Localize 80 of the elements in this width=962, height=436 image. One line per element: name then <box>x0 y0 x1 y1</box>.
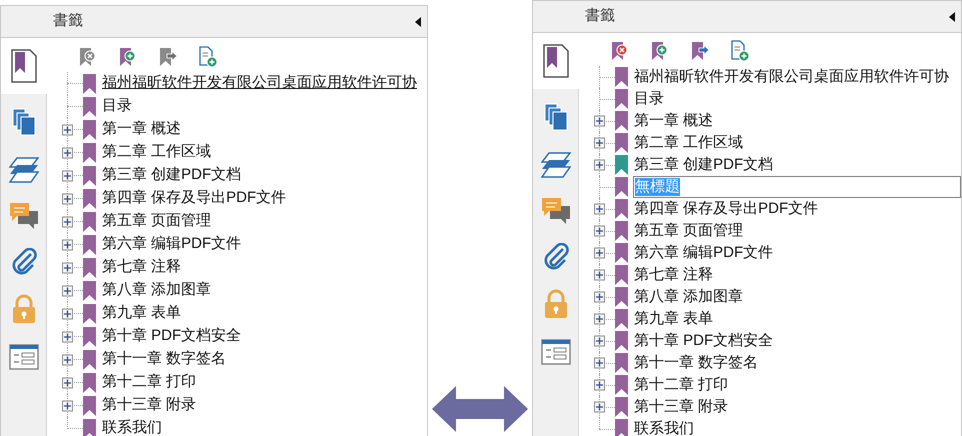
panel-title: 書籤 <box>585 6 615 26</box>
bookmark-label[interactable]: 福州福昕软件开发有限公司桌面应用软件许可协 <box>634 66 949 88</box>
bookmark-label[interactable]: 目录 <box>102 95 132 118</box>
expand-toggle[interactable] <box>594 116 605 126</box>
bookmark-label[interactable]: 第十三章 附录 <box>634 396 728 418</box>
bookmark-label[interactable]: 第五章 页面管理 <box>634 220 744 242</box>
expand-toggle[interactable] <box>594 292 605 302</box>
page-add-icon[interactable] <box>729 40 751 62</box>
bookmark-label[interactable]: 第六章 编辑PDF文件 <box>634 242 774 264</box>
comments-icon[interactable] <box>540 197 570 225</box>
expand-toggle[interactable] <box>62 216 73 227</box>
bookmark-label[interactable]: 第三章 创建PDF文档 <box>634 154 774 176</box>
expand-toggle[interactable] <box>594 160 605 170</box>
paperclip-icon[interactable] <box>542 243 568 271</box>
bookmark-label[interactable]: 联系我们 <box>634 418 694 436</box>
expand-toggle[interactable] <box>62 193 73 204</box>
expand-toggle[interactable] <box>594 270 605 280</box>
form-icon[interactable] <box>540 339 570 365</box>
expand-toggle[interactable] <box>62 331 73 342</box>
form-icon[interactable] <box>8 344 38 370</box>
pages-icon[interactable] <box>12 108 36 136</box>
expand-toggle[interactable] <box>62 285 73 296</box>
expand-toggle[interactable] <box>62 239 73 250</box>
sidebar-tab[interactable] <box>533 33 580 89</box>
bookmark-label[interactable]: 第七章 注释 <box>634 264 714 286</box>
bookmark-label[interactable]: 第八章 添加图章 <box>102 279 212 302</box>
expand-toggle[interactable] <box>62 354 73 365</box>
bookmark-label[interactable]: 第十二章 打印 <box>634 374 728 396</box>
bookmark-arrow-icon[interactable] <box>689 40 711 62</box>
bookmark-label[interactable]: 第五章 页面管理 <box>102 210 212 233</box>
bookmark-label[interactable]: 第二章 工作区域 <box>102 141 212 164</box>
bookmark-label[interactable]: 第六章 编辑PDF文件 <box>102 233 242 256</box>
bookmark-label[interactable]: 第一章 概述 <box>102 118 182 141</box>
bookmark-page-icon <box>11 49 37 83</box>
comments-icon[interactable] <box>8 202 38 230</box>
bookmark-label[interactable]: 第九章 表单 <box>102 302 182 325</box>
expand-toggle[interactable] <box>594 380 605 390</box>
bookmark-label[interactable]: 联系我们 <box>102 417 162 436</box>
paperclip-icon[interactable] <box>10 248 36 276</box>
bookmark-label[interactable]: 第七章 注释 <box>102 256 182 279</box>
expand-toggle[interactable] <box>594 314 605 324</box>
sidebar-tab[interactable] <box>1 38 48 94</box>
expand-toggle[interactable] <box>62 308 73 319</box>
expand-toggle[interactable] <box>594 248 605 258</box>
bookmark-label[interactable]: 第十二章 打印 <box>102 371 196 394</box>
expand-toggle[interactable] <box>62 147 73 158</box>
bookmark-label[interactable]: 第八章 添加图章 <box>634 286 744 308</box>
expand-toggle[interactable] <box>594 402 605 412</box>
bookmark-label[interactable]: 第四章 保存及导出PDF文件 <box>102 187 286 210</box>
bookmark-label[interactable]: 第十章 PDF文档安全 <box>102 325 242 348</box>
bookmark-label[interactable]: 福州福昕软件开发有限公司桌面应用软件许可协 <box>102 72 417 95</box>
expand-toggle[interactable] <box>594 204 605 214</box>
expand-toggle[interactable] <box>594 138 605 148</box>
bookmark-label[interactable]: 第十一章 数字签名 <box>634 352 758 374</box>
pages-icon[interactable] <box>544 103 568 131</box>
expand-toggle[interactable] <box>62 124 73 135</box>
bookmark-label[interactable]: 第九章 表单 <box>634 308 714 330</box>
expand-toggle[interactable] <box>62 170 73 181</box>
layers-icon[interactable] <box>8 156 38 184</box>
layers-icon[interactable] <box>540 151 570 179</box>
expand-toggle[interactable] <box>62 400 73 411</box>
panel-title: 書籤 <box>53 11 83 32</box>
expand-toggle[interactable] <box>594 336 605 346</box>
expand-toggle[interactable] <box>594 226 605 236</box>
page-add-icon[interactable] <box>197 46 219 68</box>
expand-toggle[interactable] <box>62 377 73 388</box>
bookmark-label[interactable]: 第十三章 附录 <box>102 394 196 417</box>
bookmark-label[interactable]: 第三章 创建PDF文档 <box>102 164 242 187</box>
bookmark-label[interactable]: 第十一章 数字签名 <box>102 348 226 371</box>
bookmark-label[interactable]: 第二章 工作区域 <box>634 132 744 154</box>
double-arrow-icon <box>432 386 528 432</box>
expand-toggle[interactable] <box>594 358 605 368</box>
collapse-triangle-icon[interactable] <box>949 12 955 22</box>
collapse-triangle-icon[interactable] <box>415 16 421 26</box>
expand-toggle[interactable] <box>62 262 73 273</box>
bookmark-label[interactable]: 第一章 概述 <box>634 110 714 132</box>
bookmark-label[interactable]: 目录 <box>634 88 664 110</box>
bookmark-label[interactable]: 第四章 保存及导出PDF文件 <box>634 198 818 220</box>
bookmark-page-icon <box>543 44 569 78</box>
bookmark-label[interactable]: 第十章 PDF文档安全 <box>634 330 774 352</box>
